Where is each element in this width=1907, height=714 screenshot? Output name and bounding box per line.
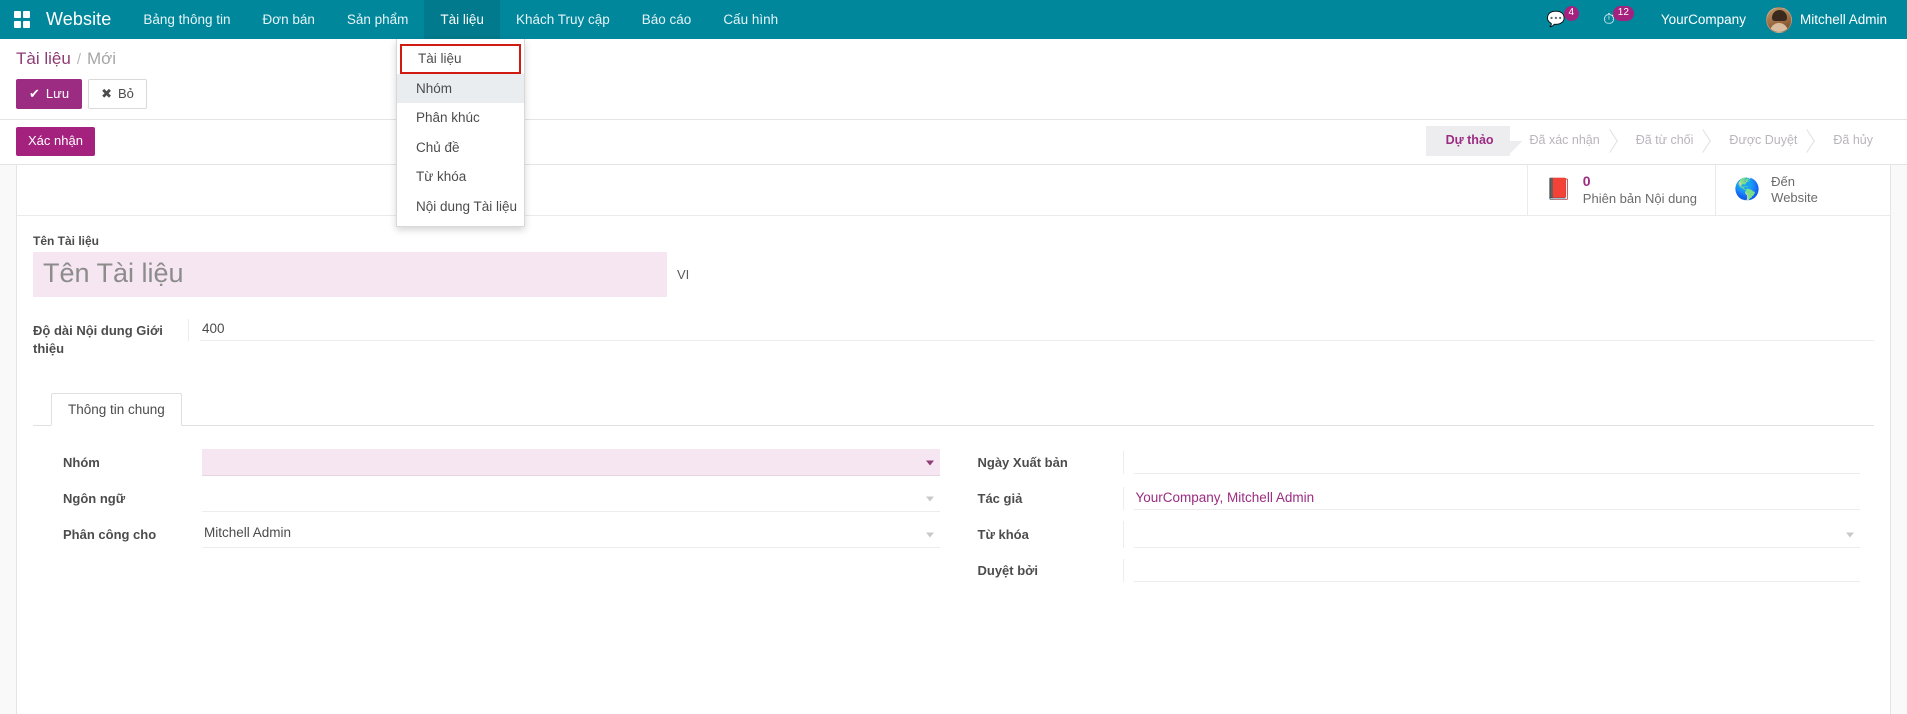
statusbar: Dự thảo Đã xác nhận Đã từ chối Được Duyệ…	[1426, 126, 1907, 156]
stat-button-box: 📕 0 Phiên bản Nội dung 🌎 Đến Website	[17, 165, 1890, 216]
dropdown-item-documents[interactable]: Tài liệu	[400, 44, 521, 74]
teaser-length-label: Độ dài Nội dung Giới thiệu	[33, 319, 188, 357]
author-value[interactable]: YourCompany, Mitchell Admin	[1134, 487, 1861, 510]
field-row-approved-by: Duyệt bởi	[968, 556, 1861, 584]
dropdown-item-document-content[interactable]: Nội dung Tài liệu	[397, 192, 524, 222]
field-row-author: Tác giả YourCompany, Mitchell Admin	[968, 484, 1861, 512]
content-versions-count: 0	[1583, 173, 1697, 191]
apps-grid-icon	[14, 11, 31, 28]
breadcrumb-current: Mới	[87, 48, 116, 71]
stage-rejected[interactable]: Đã từ chối	[1616, 126, 1710, 156]
company-switcher[interactable]: YourCompany	[1647, 0, 1760, 39]
go-to-website-prefix: Đến	[1771, 174, 1818, 190]
form-column-right: Ngày Xuất bản Tác giả YourCompany, Mitch…	[954, 448, 1875, 592]
chat-bubble-icon: 💬	[1547, 12, 1566, 27]
approved-by-label: Duyệt bởi	[968, 563, 1123, 578]
teaser-length-group: Độ dài Nội dung Giới thiệu 400	[33, 319, 1874, 357]
approved-by-value[interactable]	[1134, 559, 1861, 582]
messages-counter: 4	[1564, 6, 1580, 22]
group-input[interactable]	[202, 449, 940, 476]
language-label: Ngôn ngữ	[47, 491, 202, 506]
user-menu[interactable]: Mitchell Admin	[1760, 0, 1897, 39]
form-sheet: 📕 0 Phiên bản Nội dung 🌎 Đến Website Tên…	[16, 165, 1891, 714]
navbar-systray: 💬 4 ⏱ 12 YourCompany Mitchell Admin	[1536, 0, 1907, 39]
dropdown-item-keywords[interactable]: Từ khóa	[397, 162, 524, 192]
status-row: Xác nhận Dự thảo Đã xác nhận Đã từ chối …	[0, 120, 1907, 165]
stage-cancelled[interactable]: Đã hủy	[1813, 126, 1889, 156]
document-title-input[interactable]	[33, 252, 667, 297]
publish-date-value[interactable]	[1134, 451, 1861, 474]
save-button-label: Lưu	[46, 85, 69, 103]
breadcrumb: Tài liệu / Mới	[0, 48, 1907, 71]
menu-item-products[interactable]: Sản phẩm	[331, 0, 425, 39]
activities-menu[interactable]: ⏱ 12	[1592, 0, 1647, 39]
activities-counter: 12	[1613, 6, 1634, 22]
teaser-length-value[interactable]: 400	[200, 319, 1874, 341]
field-row-assigned-to: Phân công cho	[47, 520, 940, 548]
notebook-tabs: Thông tin chung	[33, 393, 1874, 426]
field-row-group: Nhóm	[47, 448, 940, 476]
form-column-left: Nhóm Ngôn ngữ	[33, 448, 954, 592]
document-title-label: Tên Tài liệu	[33, 234, 1874, 248]
form-body: Tên Tài liệu VI Độ dài Nội dung Giới thi…	[17, 216, 1890, 592]
menu-item-documents[interactable]: Tài liệu	[424, 0, 500, 39]
dropdown-item-groups[interactable]: Nhóm	[397, 74, 524, 104]
keywords-label: Từ khóa	[968, 527, 1123, 542]
tab-general-information[interactable]: Thông tin chung	[51, 393, 182, 426]
menu-item-reporting[interactable]: Báo cáo	[626, 0, 708, 39]
discard-button-label: Bỏ	[118, 85, 134, 103]
app-brand-website[interactable]: Website	[44, 0, 127, 39]
assigned-to-input[interactable]	[202, 521, 940, 548]
menu-item-visitors[interactable]: Khách Truy cập	[500, 0, 626, 39]
author-label: Tác giả	[968, 491, 1123, 506]
workflow-buttons: Xác nhận	[0, 127, 95, 156]
field-row-keywords: Từ khóa	[968, 520, 1861, 548]
stage-confirmed[interactable]: Đã xác nhận	[1510, 126, 1616, 156]
stage-draft[interactable]: Dự thảo	[1426, 126, 1510, 156]
menu-item-dashboard[interactable]: Bảng thông tin	[127, 0, 246, 39]
tab-panel-general-information: Nhóm Ngôn ngữ	[33, 426, 1874, 592]
breadcrumb-separator: /	[77, 50, 81, 70]
save-button[interactable]: ✔ Lưu	[16, 79, 82, 110]
menu-item-configuration[interactable]: Cấu hình	[707, 0, 794, 39]
field-row-language: Ngôn ngữ	[47, 484, 940, 512]
control-panel: Tài liệu / Mới ✔ Lưu ✖ Bỏ	[0, 39, 1907, 120]
form-view-background: 📕 0 Phiên bản Nội dung 🌎 Đến Website Tên…	[0, 165, 1907, 714]
globe-icon: 🌎	[1734, 179, 1760, 200]
breadcrumb-root[interactable]: Tài liệu	[16, 48, 71, 71]
notebook: Thông tin chung Nhóm Ngôn ngữ	[33, 393, 1874, 592]
document-title-row: VI	[33, 252, 1874, 297]
user-menu-label: Mitchell Admin	[1800, 12, 1887, 27]
user-avatar	[1766, 7, 1792, 33]
main-menu: Bảng thông tin Đơn bán Sản phẩm Tài liệu…	[127, 0, 794, 39]
record-action-buttons: ✔ Lưu ✖ Bỏ	[0, 71, 1907, 120]
content-versions-label: Phiên bản Nội dung	[1583, 191, 1697, 207]
book-icon: 📕	[1546, 179, 1572, 200]
go-to-website-label: Website	[1771, 190, 1818, 206]
menu-item-orders[interactable]: Đơn bán	[246, 0, 330, 39]
group-label: Nhóm	[47, 455, 202, 470]
dropdown-item-segments[interactable]: Phân khúc	[397, 103, 524, 133]
stat-button-go-to-website[interactable]: 🌎 Đến Website	[1715, 165, 1890, 215]
confirm-button[interactable]: Xác nhận	[16, 127, 95, 156]
publish-date-label: Ngày Xuất bản	[968, 455, 1123, 470]
discard-button[interactable]: ✖ Bỏ	[88, 79, 147, 110]
assigned-to-label: Phân công cho	[47, 527, 202, 542]
close-icon: ✖	[101, 85, 112, 103]
language-input[interactable]	[202, 485, 940, 512]
keywords-input[interactable]	[1134, 521, 1861, 548]
field-row-publish-date: Ngày Xuất bản	[968, 448, 1861, 476]
top-navbar: Website Bảng thông tin Đơn bán Sản phẩm …	[0, 0, 1907, 39]
messages-menu[interactable]: 💬 4	[1536, 0, 1592, 39]
check-icon: ✔	[29, 85, 40, 103]
dropdown-item-topics[interactable]: Chủ đề	[397, 133, 524, 163]
stat-button-content-versions[interactable]: 📕 0 Phiên bản Nội dung	[1527, 165, 1715, 215]
documents-dropdown-menu: Tài liệu Nhóm Phân khúc Chủ đề Từ khóa N…	[396, 39, 525, 227]
language-badge[interactable]: VI	[677, 267, 689, 282]
stage-approved[interactable]: Được Duyệt	[1709, 126, 1813, 156]
apps-menu-toggle[interactable]	[0, 0, 44, 39]
